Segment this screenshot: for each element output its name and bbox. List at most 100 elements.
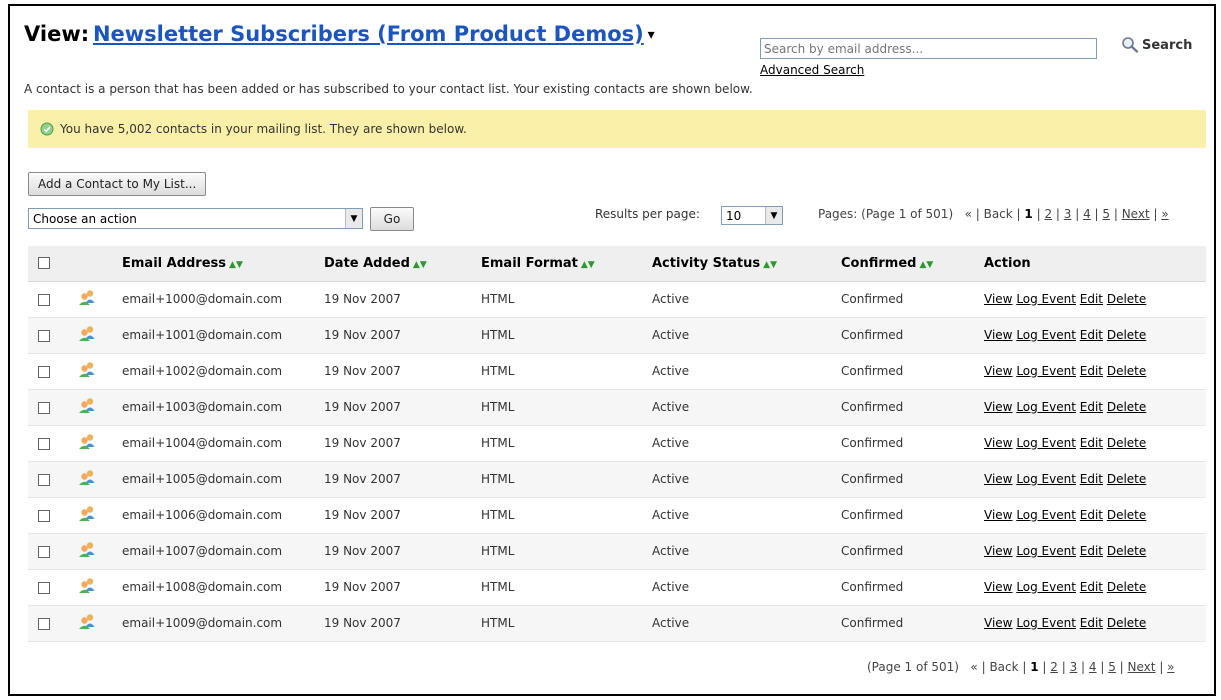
log-event-link[interactable]: Log Event	[1016, 436, 1076, 450]
delete-link[interactable]: Delete	[1107, 328, 1146, 342]
page-link[interactable]: 5	[1108, 660, 1116, 674]
column-header-email[interactable]: Email Address ▲▼	[122, 246, 324, 282]
edit-link[interactable]: Edit	[1080, 364, 1103, 378]
delete-link[interactable]: Delete	[1107, 508, 1146, 522]
row-checkbox[interactable]	[38, 401, 50, 414]
view-link[interactable]: View	[984, 364, 1012, 378]
confirmed-cell: Confirmed	[841, 569, 984, 606]
row-checkbox[interactable]	[38, 293, 50, 306]
delete-link[interactable]: Delete	[1107, 616, 1146, 630]
edit-link[interactable]: Edit	[1080, 544, 1103, 558]
add-contact-button[interactable]: Add a Contact to My List...	[28, 172, 207, 196]
view-link[interactable]: View	[984, 472, 1012, 486]
delete-link[interactable]: Delete	[1107, 436, 1146, 450]
row-checkbox[interactable]	[38, 365, 50, 378]
first-page-link[interactable]: «	[970, 660, 977, 674]
log-event-link[interactable]: Log Event	[1016, 508, 1076, 522]
back-link[interactable]: Back	[984, 207, 1013, 221]
sort-arrows-icon[interactable]: ▲▼	[229, 256, 243, 271]
delete-link[interactable]: Delete	[1107, 364, 1146, 378]
row-checkbox[interactable]	[38, 581, 50, 594]
page-link[interactable]: 2	[1044, 207, 1052, 221]
pages-label: (Page 1 of 501)	[867, 660, 959, 674]
edit-link[interactable]: Edit	[1080, 436, 1103, 450]
page-link[interactable]: 5	[1102, 207, 1110, 221]
last-page-link[interactable]: »	[1167, 660, 1174, 674]
advanced-search-link[interactable]: Advanced Search	[760, 63, 864, 77]
go-button[interactable]: Go	[370, 207, 414, 231]
delete-link[interactable]: Delete	[1107, 580, 1146, 594]
row-checkbox[interactable]	[38, 509, 50, 522]
first-page-link[interactable]: «	[965, 207, 972, 221]
page-link[interactable]: 3	[1064, 207, 1072, 221]
edit-link[interactable]: Edit	[1080, 508, 1103, 522]
view-link[interactable]: View	[984, 292, 1012, 306]
log-event-link[interactable]: Log Event	[1016, 472, 1076, 486]
back-link[interactable]: Back	[989, 660, 1018, 674]
view-link[interactable]: View	[984, 508, 1012, 522]
view-link[interactable]: View	[984, 436, 1012, 450]
table-row: email+1008@domain.com 19 Nov 2007 HTML Acti…	[28, 569, 1206, 606]
last-page-link[interactable]: »	[1161, 207, 1168, 221]
column-header-format[interactable]: Email Format ▲▼	[481, 246, 652, 282]
select-all-checkbox[interactable]	[38, 257, 50, 270]
row-checkbox[interactable]	[38, 545, 50, 558]
edit-link[interactable]: Edit	[1080, 580, 1103, 594]
sort-arrows-icon[interactable]: ▲▼	[413, 256, 427, 271]
row-checkbox[interactable]	[38, 617, 50, 630]
sort-arrows-icon[interactable]: ▲▼	[581, 256, 595, 271]
results-per-page-select[interactable]: 10 ▼	[721, 206, 783, 225]
page-link[interactable]: 3	[1070, 660, 1078, 674]
table-row: email+1009@domain.com 19 Nov 2007 HTML Acti…	[28, 605, 1206, 642]
view-link[interactable]: View	[984, 400, 1012, 414]
delete-link[interactable]: Delete	[1107, 292, 1146, 306]
page-link[interactable]: 4	[1089, 660, 1097, 674]
edit-link[interactable]: Edit	[1080, 472, 1103, 486]
row-checkbox[interactable]	[38, 473, 50, 486]
date-cell: 19 Nov 2007	[324, 497, 481, 534]
sort-arrows-icon[interactable]: ▲▼	[763, 256, 777, 271]
edit-link[interactable]: Edit	[1080, 400, 1103, 414]
log-event-link[interactable]: Log Event	[1016, 328, 1076, 342]
page-link[interactable]: 4	[1083, 207, 1091, 221]
dropdown-arrow-icon[interactable]: ▼	[765, 207, 782, 224]
search-input[interactable]	[760, 38, 1097, 59]
delete-link[interactable]: Delete	[1107, 472, 1146, 486]
log-event-link[interactable]: Log Event	[1016, 400, 1076, 414]
next-link[interactable]: Next	[1128, 660, 1156, 674]
column-header-status[interactable]: Activity Status ▲▼	[652, 246, 841, 282]
email-cell: email+1006@domain.com	[122, 497, 324, 534]
view-link[interactable]: View	[984, 580, 1012, 594]
search-button[interactable]: Search	[1121, 36, 1192, 53]
log-event-link[interactable]: Log Event	[1016, 580, 1076, 594]
edit-link[interactable]: Edit	[1080, 292, 1103, 306]
pager-top: Pages: (Page 1 of 501) « | Back | 1 | 2 …	[818, 207, 1169, 221]
log-event-link[interactable]: Log Event	[1016, 364, 1076, 378]
edit-link[interactable]: Edit	[1080, 616, 1103, 630]
status-cell: Active	[652, 425, 841, 462]
action-select[interactable]: Choose an action ▼	[28, 208, 363, 229]
row-checkbox[interactable]	[38, 329, 50, 342]
row-checkbox[interactable]	[38, 437, 50, 450]
column-header-action: Action	[984, 246, 1206, 282]
column-header-confirmed[interactable]: Confirmed ▲▼	[841, 246, 984, 282]
view-link[interactable]: View	[984, 616, 1012, 630]
action-cell: View Log Event Edit Delete	[984, 317, 1206, 354]
dropdown-arrow-icon[interactable]: ▼	[345, 209, 362, 228]
edit-link[interactable]: Edit	[1080, 328, 1103, 342]
sort-arrows-icon[interactable]: ▲▼	[919, 256, 933, 271]
delete-link[interactable]: Delete	[1107, 544, 1146, 558]
log-event-link[interactable]: Log Event	[1016, 292, 1076, 306]
view-link[interactable]: View	[984, 544, 1012, 558]
format-cell: HTML	[481, 497, 652, 534]
table-row: email+1006@domain.com 19 Nov 2007 HTML Acti…	[28, 497, 1206, 534]
log-event-link[interactable]: Log Event	[1016, 544, 1076, 558]
view-selector-link[interactable]: Newsletter Subscribers (From Product Dem…	[93, 22, 644, 46]
caret-down-icon[interactable]: ▾	[648, 27, 655, 43]
log-event-link[interactable]: Log Event	[1016, 616, 1076, 630]
page-link[interactable]: 2	[1050, 660, 1058, 674]
view-link[interactable]: View	[984, 328, 1012, 342]
column-header-date[interactable]: Date Added ▲▼	[324, 246, 481, 282]
next-link[interactable]: Next	[1122, 207, 1150, 221]
delete-link[interactable]: Delete	[1107, 400, 1146, 414]
